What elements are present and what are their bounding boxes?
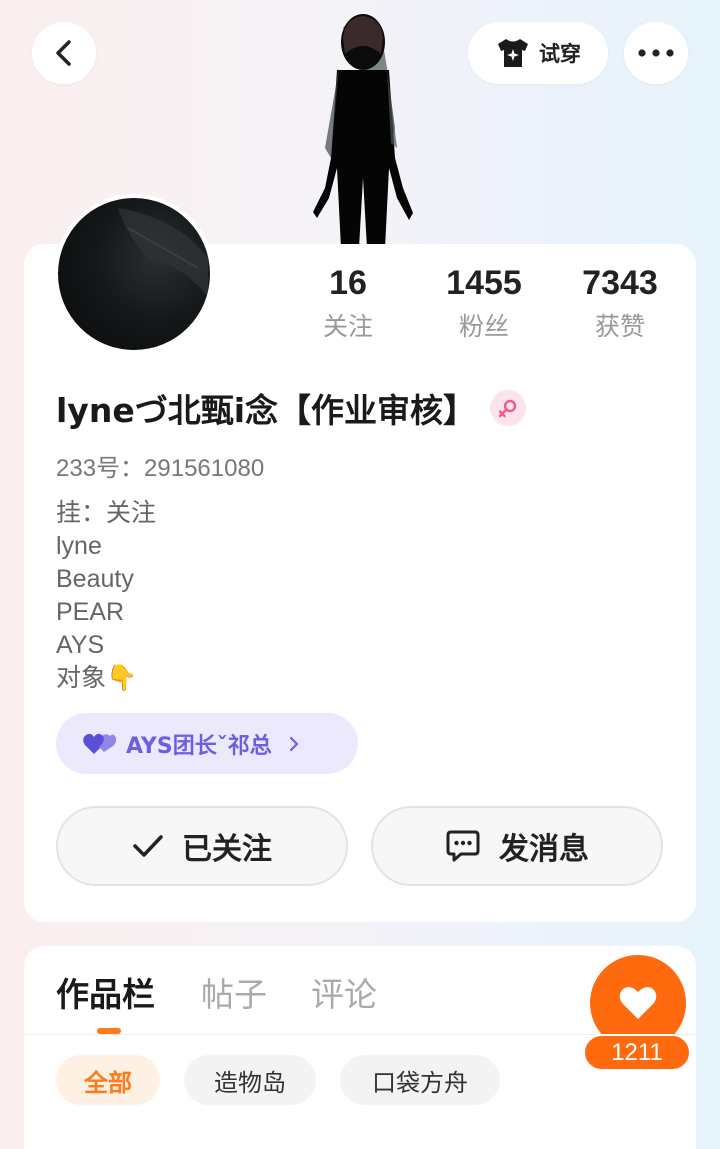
username-row: lyneづ北甄i念【作业审核】	[56, 384, 527, 432]
bio-line: Beauty	[56, 565, 134, 593]
more-dots-icon	[638, 49, 674, 57]
bio: 挂：关注 lyne Beauty PEAR AYS 对象👇	[56, 497, 156, 695]
followers-stat[interactable]: 1455 粉丝	[414, 264, 554, 343]
avatar-image	[118, 208, 208, 298]
username: lyneづ北甄i念【作业审核】	[56, 391, 477, 430]
3d-avatar-figure	[313, 14, 413, 248]
following-button[interactable]: 已关注	[56, 806, 348, 886]
following-count: 16	[329, 264, 367, 302]
hearts-icon	[83, 733, 116, 754]
bio-line: lyne	[56, 532, 102, 560]
like-count-badge: 1211	[583, 1034, 691, 1071]
tshirt-sparkle-icon	[498, 39, 528, 67]
followers-label: 粉丝	[458, 312, 509, 341]
following-label: 关注	[322, 312, 373, 341]
bio-line: PEAR	[56, 598, 125, 626]
likes-stat[interactable]: 7343 获赞	[550, 264, 690, 343]
user-id: 233号：291561080	[56, 455, 265, 482]
back-button[interactable]	[32, 22, 96, 84]
filter-all[interactable]: 全部	[56, 1055, 160, 1105]
chevron-right-icon	[289, 736, 298, 751]
tab-works[interactable]: 作品栏	[56, 968, 155, 1016]
try-on-button[interactable]: 试穿	[468, 22, 608, 84]
likes-received-label: 获赞	[594, 312, 645, 341]
user-avatar[interactable]	[54, 194, 214, 354]
try-on-label: 试穿	[539, 42, 581, 66]
bio-line: AYS	[56, 631, 105, 659]
send-message-label: 发消息	[499, 832, 589, 867]
send-message-button[interactable]: 发消息	[371, 806, 663, 886]
bio-line: 挂：关注	[56, 499, 157, 527]
tab-posts[interactable]: 帖子	[201, 968, 267, 1016]
chat-bubble-icon	[446, 830, 480, 862]
chevron-left-icon	[56, 40, 71, 66]
filter-creation-island[interactable]: 造物岛	[184, 1055, 316, 1105]
filter-pocket-ark[interactable]: 口袋方舟	[340, 1055, 500, 1105]
likes-received-count: 7343	[582, 264, 658, 302]
group-label: AYS团长ˇ祁总	[126, 733, 272, 759]
bio-line: 对象👇	[56, 664, 138, 692]
following-stat[interactable]: 16 关注	[278, 264, 418, 343]
followers-count: 1455	[446, 264, 522, 302]
tab-comments[interactable]: 评论	[311, 968, 377, 1016]
checkmark-icon	[133, 835, 163, 857]
more-options-button[interactable]	[624, 22, 688, 84]
following-button-label: 已关注	[182, 832, 272, 867]
female-icon	[490, 390, 527, 426]
group-badge-button[interactable]: AYS团长ˇ祁总	[56, 713, 358, 774]
heart-icon	[619, 986, 657, 1019]
